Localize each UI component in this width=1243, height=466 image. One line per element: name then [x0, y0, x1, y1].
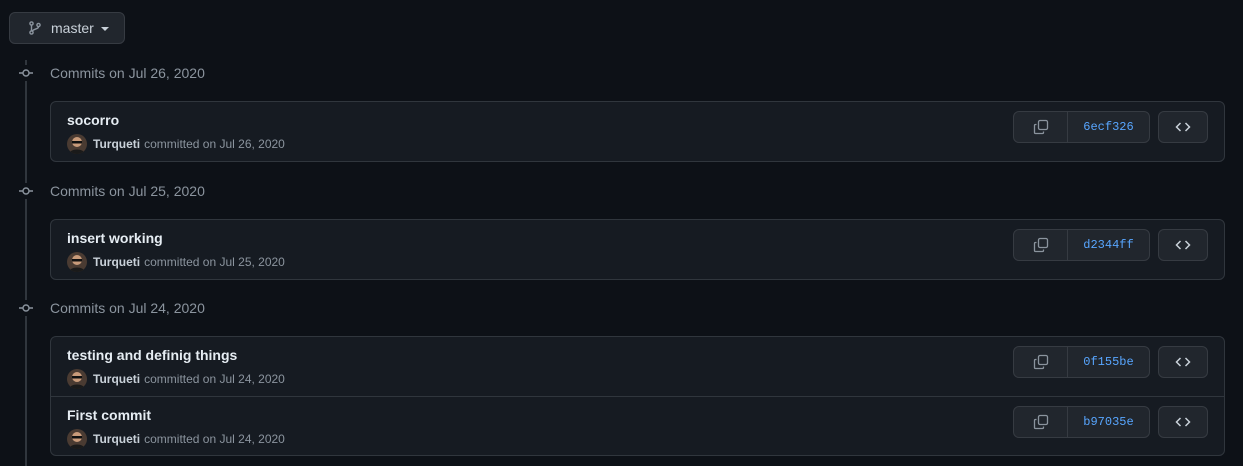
commit-row: testing and definig things Turqueti comm… [51, 337, 1224, 396]
git-commit-icon [18, 300, 34, 316]
copy-icon [1033, 354, 1048, 370]
code-icon [1175, 240, 1191, 250]
commit-author-link[interactable]: Turqueti [93, 255, 140, 269]
branch-name: master [51, 20, 94, 36]
commit-date: committed on Jul 24, 2020 [144, 372, 285, 386]
commit-list: insert working Turqueti committed on Jul… [50, 219, 1225, 280]
commit-date: committed on Jul 24, 2020 [144, 432, 285, 446]
copy-sha-button[interactable] [1014, 407, 1068, 437]
commit-title-link[interactable]: insert working [67, 230, 163, 246]
copy-icon [1033, 414, 1048, 430]
commit-group-date: Commits on Jul 25, 2020 [50, 183, 205, 199]
commit-meta: Turqueti committed on Jul 24, 2020 [67, 429, 285, 449]
browse-repository-button[interactable] [1158, 111, 1208, 143]
commit-group-header: Commits on Jul 24, 2020 [18, 298, 205, 318]
commit-row: First commit Turqueti committed on Jul 2… [51, 396, 1224, 455]
commit-date: committed on Jul 25, 2020 [144, 255, 285, 269]
commit-meta: Turqueti committed on Jul 24, 2020 [67, 369, 285, 389]
commit-group-header: Commits on Jul 25, 2020 [18, 181, 205, 201]
commit-author-link[interactable]: Turqueti [93, 137, 140, 151]
copy-icon [1033, 237, 1048, 253]
commit-sha-link[interactable]: d2344ff [1068, 230, 1149, 260]
commit-sha-group: b97035e [1013, 406, 1150, 438]
commit-group-date: Commits on Jul 26, 2020 [50, 65, 205, 81]
branch-selector-button[interactable]: master [9, 12, 125, 44]
avatar[interactable] [67, 252, 87, 272]
avatar[interactable] [67, 134, 87, 154]
browse-repository-button[interactable] [1158, 406, 1208, 438]
commit-group-header: Commits on Jul 26, 2020 [18, 63, 205, 83]
commit-meta: Turqueti committed on Jul 26, 2020 [67, 134, 285, 154]
code-icon [1175, 417, 1191, 427]
git-commit-icon [18, 65, 34, 81]
commit-row: socorro Turqueti committed on Jul 26, 20… [51, 102, 1224, 161]
commit-sha-group: d2344ff [1013, 229, 1150, 261]
browse-repository-button[interactable] [1158, 229, 1208, 261]
commit-author-link[interactable]: Turqueti [93, 432, 140, 446]
commit-sha-link[interactable]: b97035e [1068, 407, 1149, 437]
commit-list: testing and definig things Turqueti comm… [50, 336, 1225, 456]
commit-date: committed on Jul 26, 2020 [144, 137, 285, 151]
copy-sha-button[interactable] [1014, 112, 1068, 142]
copy-sha-button[interactable] [1014, 230, 1068, 260]
commit-sha-link[interactable]: 0f155be [1068, 347, 1149, 377]
code-icon [1175, 357, 1191, 367]
git-commit-icon [18, 183, 34, 199]
chevron-down-icon [100, 27, 109, 31]
commit-title-link[interactable]: testing and definig things [67, 347, 237, 363]
commit-sha-group: 0f155be [1013, 346, 1150, 378]
browse-repository-button[interactable] [1158, 346, 1208, 378]
commit-author-link[interactable]: Turqueti [93, 372, 140, 386]
avatar[interactable] [67, 369, 87, 389]
commit-meta: Turqueti committed on Jul 25, 2020 [67, 252, 285, 272]
commit-list: socorro Turqueti committed on Jul 26, 20… [50, 101, 1225, 162]
commit-sha-group: 6ecf326 [1013, 111, 1150, 143]
commit-title-link[interactable]: First commit [67, 407, 151, 423]
commit-title-link[interactable]: socorro [67, 112, 119, 128]
copy-sha-button[interactable] [1014, 347, 1068, 377]
code-icon [1175, 122, 1191, 132]
commit-sha-link[interactable]: 6ecf326 [1068, 112, 1149, 142]
avatar[interactable] [67, 429, 87, 449]
commit-group-date: Commits on Jul 24, 2020 [50, 300, 205, 316]
timeline-line [25, 60, 27, 466]
git-branch-icon [27, 20, 43, 36]
copy-icon [1033, 119, 1048, 135]
commit-row: insert working Turqueti committed on Jul… [51, 220, 1224, 279]
